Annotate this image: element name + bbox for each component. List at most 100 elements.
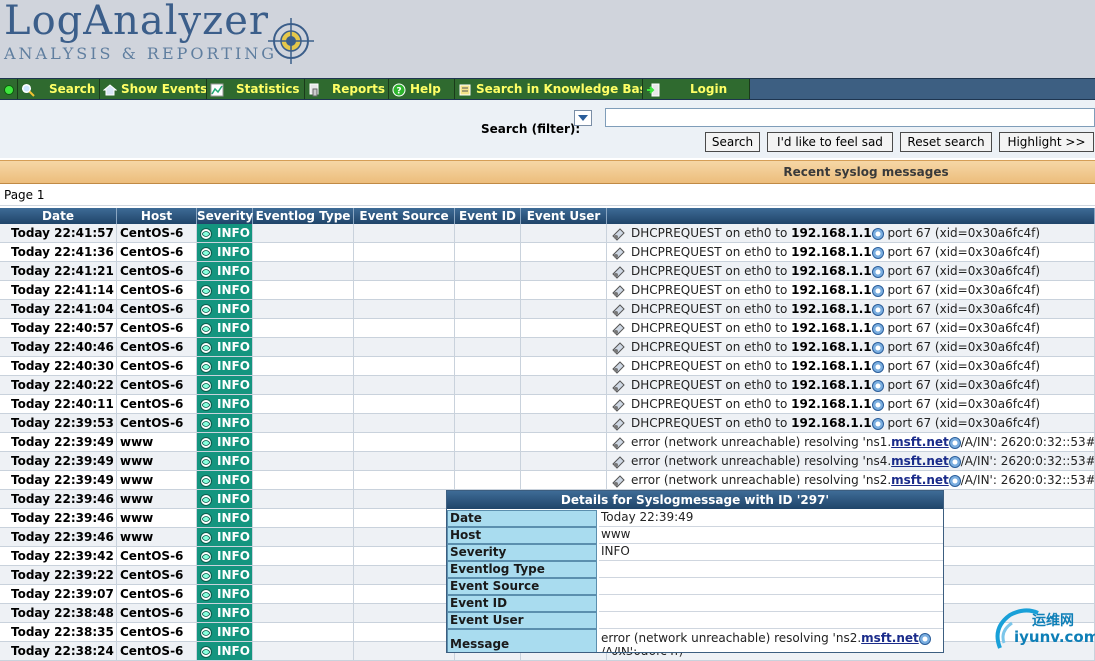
message-highlight-link[interactable]: 192.168.1.1 [791, 321, 871, 335]
menu-reports[interactable]: Reports [305, 79, 389, 99]
cell-host[interactable]: CentOS-6 [117, 376, 197, 395]
cell-message[interactable]: DHCPREQUEST on eth0 to 192.168.1.1 port … [607, 319, 1095, 338]
cell-message[interactable]: error (network unreachable) resolving 'n… [607, 471, 1095, 490]
message-highlight-link[interactable]: 192.168.1.1 [791, 226, 871, 240]
cell-host[interactable]: CentOS-6 [117, 585, 197, 604]
message-highlight-link[interactable]: 192.168.1.1 [791, 359, 871, 373]
highlight-button[interactable]: Highlight >> [999, 132, 1094, 152]
info-lookup-icon[interactable] [918, 632, 931, 645]
message-highlight-link[interactable]: 192.168.1.1 [791, 340, 871, 354]
cell-message[interactable]: DHCPREQUEST on eth0 to 192.168.1.1 port … [607, 376, 1095, 395]
cell-host[interactable]: www [117, 433, 197, 452]
message-highlight-link[interactable]: 192.168.1.1 [791, 397, 871, 411]
search-button[interactable]: Search [705, 132, 760, 152]
message-highlight-link[interactable]: 192.168.1.1 [791, 302, 871, 316]
cell-host[interactable]: CentOS-6 [117, 300, 197, 319]
table-row[interactable]: Today 22:39:49 www INFO error (network unre… [0, 471, 1095, 490]
table-row[interactable]: Today 22:41:04 CentOS-6 INFO DHCPREQUEST on… [0, 300, 1095, 319]
message-highlight-link[interactable]: msft.net [891, 435, 949, 449]
info-lookup-icon[interactable] [871, 284, 884, 297]
cell-host[interactable]: CentOS-6 [117, 338, 197, 357]
cell-host[interactable]: CentOS-6 [117, 357, 197, 376]
column-header-message[interactable] [607, 208, 1095, 224]
message-highlight-link[interactable]: 192.168.1.1 [791, 416, 871, 430]
menu-statistics[interactable]: Statistics [207, 79, 305, 99]
menu-search[interactable]: Search [18, 79, 100, 99]
cell-host[interactable]: CentOS-6 [117, 547, 197, 566]
cell-host[interactable]: CentOS-6 [117, 262, 197, 281]
feel-sad-button[interactable]: I'd like to feel sad [767, 132, 893, 152]
table-row[interactable]: Today 22:41:21 CentOS-6 INFO DHCPREQUEST on… [0, 262, 1095, 281]
cell-severity[interactable]: INFO [197, 623, 253, 642]
column-header-severity[interactable]: Severity [197, 208, 253, 224]
cell-message[interactable]: error (network unreachable) resolving 'n… [607, 452, 1095, 471]
info-lookup-icon[interactable] [871, 322, 884, 335]
cell-host[interactable]: www [117, 528, 197, 547]
cell-message[interactable]: DHCPREQUEST on eth0 to 192.168.1.1 port … [607, 243, 1095, 262]
cell-host[interactable]: CentOS-6 [117, 566, 197, 585]
cell-host[interactable]: CentOS-6 [117, 604, 197, 623]
info-lookup-icon[interactable] [871, 246, 884, 259]
cell-severity[interactable]: INFO [197, 471, 253, 490]
reset-search-button[interactable]: Reset search [900, 132, 992, 152]
cell-message[interactable]: error (network unreachable) resolving 'n… [607, 433, 1095, 452]
details-message-link[interactable]: msft.net [861, 631, 919, 645]
cell-severity[interactable]: INFO [197, 509, 253, 528]
search-options-dropdown[interactable] [574, 110, 592, 126]
info-lookup-icon[interactable] [871, 360, 884, 373]
cell-severity[interactable]: INFO [197, 357, 253, 376]
cell-host[interactable]: CentOS-6 [117, 642, 197, 661]
cell-severity[interactable]: INFO [197, 281, 253, 300]
cell-host[interactable]: CentOS-6 [117, 281, 197, 300]
cell-severity[interactable]: INFO [197, 414, 253, 433]
cell-message[interactable]: DHCPREQUEST on eth0 to 192.168.1.1 port … [607, 224, 1095, 243]
info-lookup-icon[interactable] [948, 474, 961, 487]
table-row[interactable]: Today 22:41:36 CentOS-6 INFO DHCPREQUEST on… [0, 243, 1095, 262]
column-header-event-id[interactable]: Event ID [455, 208, 521, 224]
column-header-host[interactable]: Host [117, 208, 197, 224]
cell-message[interactable]: DHCPREQUEST on eth0 to 192.168.1.1 port … [607, 338, 1095, 357]
message-highlight-link[interactable]: 192.168.1.1 [791, 245, 871, 259]
cell-severity[interactable]: INFO [197, 338, 253, 357]
cell-severity[interactable]: INFO [197, 642, 253, 661]
cell-severity[interactable]: INFO [197, 585, 253, 604]
message-highlight-link[interactable]: 192.168.1.1 [791, 283, 871, 297]
column-header-eventlog-type[interactable]: Eventlog Type [253, 208, 354, 224]
menu-show-events[interactable]: Show Events [100, 79, 207, 99]
table-row[interactable]: Today 22:41:57 CentOS-6 INFO DHCPREQUEST on… [0, 224, 1095, 243]
cell-severity[interactable]: INFO [197, 433, 253, 452]
cell-severity[interactable]: INFO [197, 300, 253, 319]
menu-knowledge-base[interactable]: Search in Knowledge Base [455, 79, 643, 99]
info-lookup-icon[interactable] [871, 265, 884, 278]
cell-message[interactable]: DHCPREQUEST on eth0 to 192.168.1.1 port … [607, 414, 1095, 433]
cell-host[interactable]: CentOS-6 [117, 623, 197, 642]
info-lookup-icon[interactable] [871, 227, 884, 240]
cell-severity[interactable]: INFO [197, 243, 253, 262]
cell-host[interactable]: www [117, 471, 197, 490]
info-lookup-icon[interactable] [871, 341, 884, 354]
table-row[interactable]: Today 22:40:11 CentOS-6 INFO DHCPREQUEST on… [0, 395, 1095, 414]
cell-host[interactable]: CentOS-6 [117, 243, 197, 262]
table-row[interactable]: Today 22:40:46 CentOS-6 INFO DHCPREQUEST on… [0, 338, 1095, 357]
cell-message[interactable]: DHCPREQUEST on eth0 to 192.168.1.1 port … [607, 300, 1095, 319]
cell-severity[interactable]: INFO [197, 224, 253, 243]
menu-login[interactable]: Login [643, 79, 750, 99]
cell-severity[interactable]: INFO [197, 452, 253, 471]
cell-severity[interactable]: INFO [197, 604, 253, 623]
info-lookup-icon[interactable] [948, 455, 961, 468]
table-row[interactable]: Today 22:40:30 CentOS-6 INFO DHCPREQUEST on… [0, 357, 1095, 376]
table-row[interactable]: Today 22:39:49 www INFO error (network unre… [0, 433, 1095, 452]
table-row[interactable]: Today 22:39:49 www INFO error (network unre… [0, 452, 1095, 471]
message-highlight-link[interactable]: msft.net [891, 473, 949, 487]
cell-host[interactable]: CentOS-6 [117, 414, 197, 433]
menu-help[interactable]: ? Help [389, 79, 455, 99]
table-row[interactable]: Today 22:39:53 CentOS-6 INFO DHCPREQUEST on… [0, 414, 1095, 433]
table-row[interactable]: Today 22:40:22 CentOS-6 INFO DHCPREQUEST on… [0, 376, 1095, 395]
info-lookup-icon[interactable] [871, 417, 884, 430]
column-header-date[interactable]: Date [0, 208, 117, 224]
cell-severity[interactable]: INFO [197, 376, 253, 395]
cell-message[interactable]: DHCPREQUEST on eth0 to 192.168.1.1 port … [607, 262, 1095, 281]
column-header-event-source[interactable]: Event Source [354, 208, 455, 224]
search-filter-input[interactable] [605, 108, 1095, 127]
info-lookup-icon[interactable] [948, 436, 961, 449]
